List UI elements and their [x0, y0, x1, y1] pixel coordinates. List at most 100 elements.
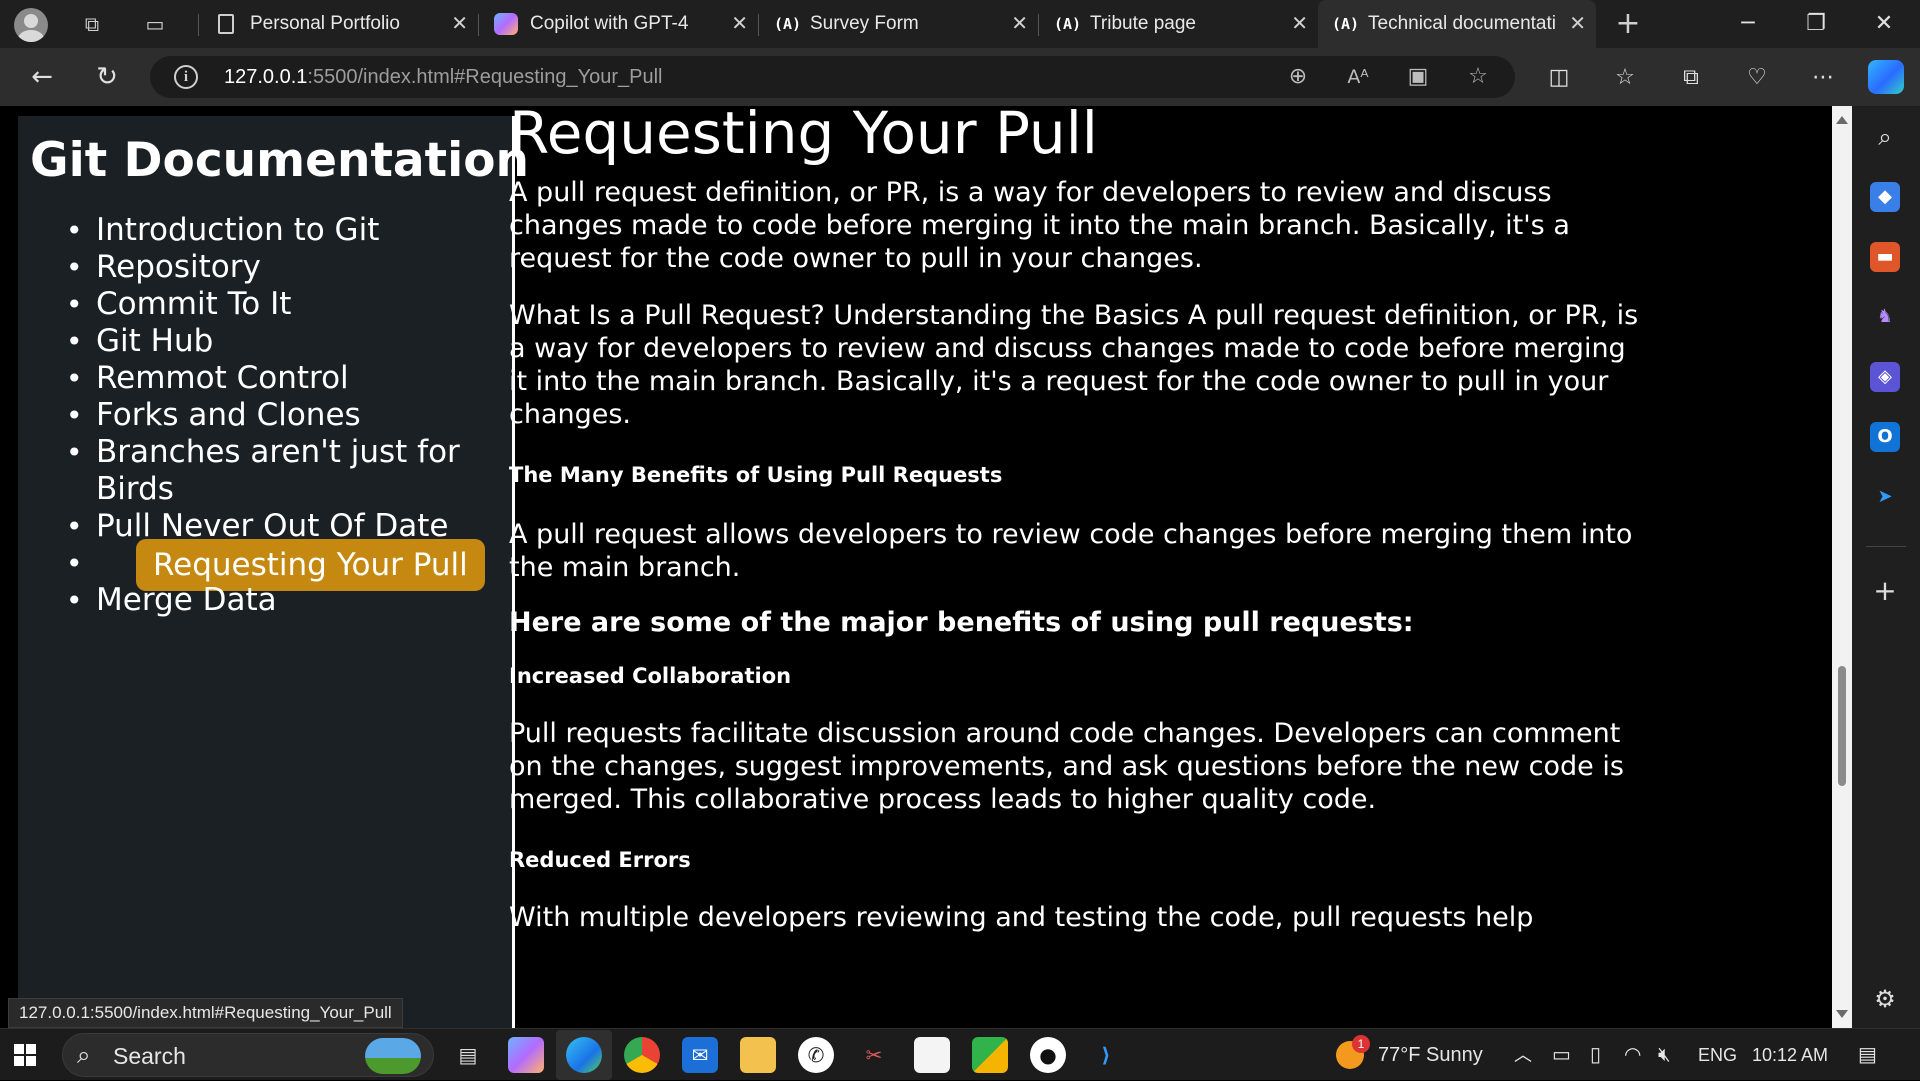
edge-icon[interactable] [566, 1037, 602, 1073]
github-icon[interactable]: ● [1030, 1037, 1066, 1073]
read-aloud-icon[interactable]: Aᴬ [1344, 64, 1372, 90]
close-tab-icon[interactable]: ✕ [731, 0, 748, 48]
file-explorer-icon[interactable] [740, 1037, 776, 1073]
nav-item: Repository [48, 249, 508, 286]
tab-title: Tribute page [1090, 13, 1196, 34]
nav-link[interactable]: Remmot Control [96, 360, 349, 396]
tab-survey-form[interactable]: (A) Survey Form ✕ [760, 0, 1038, 48]
back-arrow-icon[interactable]: ← [24, 60, 60, 94]
whatsapp-icon[interactable]: ✆ [798, 1037, 834, 1073]
close-window-icon[interactable]: ✕ [1856, 0, 1912, 48]
tab-title: Technical documentati [1368, 13, 1556, 34]
immersive-reader-icon[interactable]: ▣ [1404, 64, 1432, 90]
copilot-taskbar-icon[interactable] [508, 1037, 544, 1073]
chrome-icon[interactable] [624, 1037, 660, 1073]
tab-actions-icon[interactable]: ▭ [141, 10, 169, 38]
task-view-icon[interactable]: ▤ [450, 1037, 486, 1073]
nav-item: Introduction to Git [48, 212, 508, 249]
meet-icon[interactable] [972, 1037, 1008, 1073]
address-bar[interactable]: i 127.0.0.1:5500/index.html#Requesting_Y… [150, 56, 1515, 98]
section-requesting-your-pull: Requesting Your Pull A pull request defi… [509, 106, 1639, 934]
nav-list: Introduction to Git Repository Commit To… [48, 212, 508, 619]
games-icon[interactable]: ♞ [1870, 302, 1900, 332]
favorites-icon[interactable]: ☆ [1610, 64, 1640, 92]
volume-muted-icon[interactable]: 🔇︎ [1658, 1029, 1671, 1081]
wifi-icon[interactable]: ◠ [1624, 1029, 1641, 1081]
scroll-down-icon[interactable] [1836, 1010, 1848, 1018]
language-indicator[interactable]: ENG [1698, 1029, 1737, 1081]
tools-icon[interactable]: ▬ [1870, 242, 1900, 272]
subheading: Increased Collaboration [509, 664, 792, 688]
freecodecamp-icon: (A) [774, 15, 802, 33]
minimize-icon[interactable]: ─ [1720, 0, 1776, 48]
notifications-icon[interactable]: ▤ [1858, 1029, 1877, 1081]
nav-item-active: Requesting Your Pull [48, 539, 508, 591]
windows-start-icon[interactable] [14, 1044, 36, 1066]
notification-badge: 1 [1352, 1035, 1370, 1053]
battery-icon[interactable]: ▭ [1552, 1029, 1571, 1081]
paragraph: Pull requests facilitate discussion arou… [509, 718, 1624, 815]
edge-sidebar: ⌕ ◆ ▬ ♞ ◈ O ➤ + ⚙ [1852, 106, 1920, 1028]
favorite-star-icon[interactable]: ☆ [1464, 64, 1492, 90]
copilot-app-icon[interactable]: ◈ [1870, 362, 1900, 392]
search-icon[interactable]: ⌕ [1870, 122, 1900, 152]
close-tab-icon[interactable]: ✕ [451, 0, 468, 48]
tab-copilot[interactable]: Copilot with GPT-4 ✕ [480, 0, 758, 48]
more-menu-icon[interactable]: ⋯ [1808, 64, 1838, 92]
nav-link[interactable]: Branches aren't just for Birds [96, 434, 460, 507]
nav-item: Merge Data [48, 582, 508, 619]
nav-link[interactable]: Merge Data [96, 582, 277, 618]
close-tab-icon[interactable]: ✕ [1569, 0, 1586, 48]
add-icon[interactable]: + [1870, 576, 1900, 606]
scroll-thumb[interactable] [1838, 666, 1846, 786]
nav-link[interactable]: Forks and Clones [96, 397, 361, 433]
zoom-icon[interactable]: ⊕ [1284, 64, 1312, 90]
tab-title: Survey Form [810, 13, 919, 34]
split-screen-icon[interactable]: ◫ [1544, 64, 1574, 92]
show-hidden-icons[interactable]: ︿ [1514, 1029, 1532, 1081]
tab-tribute-page[interactable]: (A) Tribute page ✕ [1040, 0, 1318, 48]
nav-link[interactable]: Repository [96, 249, 261, 285]
nav-link[interactable]: Introduction to Git [96, 212, 379, 248]
section-heading: Requesting Your Pull [509, 106, 1098, 167]
notepad-icon[interactable] [914, 1037, 950, 1073]
clock[interactable]: 10:12 AM [1752, 1029, 1828, 1081]
weather-text[interactable]: 77°F Sunny [1378, 1029, 1483, 1081]
workspaces-icon[interactable]: ⧉ [78, 10, 106, 38]
tab-personal-portfolio[interactable]: Personal Portfolio ✕ [200, 0, 478, 48]
close-tab-icon[interactable]: ✕ [1011, 0, 1028, 48]
shopping-tag-icon[interactable]: ◆ [1870, 182, 1900, 212]
device-icon[interactable]: ▯ [1590, 1029, 1601, 1081]
address-toolbar: ← ↻ i 127.0.0.1:5500/index.html#Requesti… [0, 48, 1920, 106]
copilot-icon[interactable] [1868, 60, 1904, 94]
restore-icon[interactable]: ❐ [1788, 0, 1844, 48]
nav-link[interactable]: Commit To It [96, 286, 291, 322]
outlook-icon[interactable]: O [1870, 422, 1900, 452]
paragraph: What Is a Pull Request? Understanding th… [509, 300, 1639, 430]
browser-essentials-icon[interactable]: ♡ [1742, 64, 1772, 92]
refresh-icon[interactable]: ↻ [89, 60, 125, 94]
search-icon: ⌕ [77, 1041, 91, 1069]
snip-tool-icon[interactable]: ✂ [856, 1037, 892, 1073]
new-tab-icon[interactable]: + [1614, 9, 1642, 39]
sidebar-nav: Git Documentation Introduction to Git Re… [18, 116, 529, 1028]
tab-technical-documentation[interactable]: (A) Technical documentati ✕ [1318, 0, 1596, 48]
paragraph: A pull request definition, or PR, is a w… [509, 177, 1570, 274]
vscode-icon[interactable]: ⟩ [1088, 1037, 1124, 1073]
settings-gear-icon[interactable]: ⚙ [1870, 984, 1900, 1014]
profile-avatar[interactable] [14, 8, 48, 42]
tab-title: Copilot with GPT-4 [530, 13, 689, 34]
url-text[interactable]: 127.0.0.1:5500/index.html#Requesting_You… [224, 56, 663, 98]
taskbar-search[interactable]: ⌕ Search [62, 1033, 434, 1077]
collections-icon[interactable]: ⧉ [1676, 64, 1706, 92]
windows-taskbar: ⌕ Search ▤ ✉ ✆ ✂ ● ⟩ 1 77°F Sunny ︿ ▭ ▯ … [0, 1028, 1920, 1080]
mail-icon[interactable]: ✉ [682, 1037, 718, 1073]
site-info-icon[interactable]: i [174, 65, 198, 89]
nav-item: Git Hub [48, 323, 508, 360]
nav-link[interactable]: Git Hub [96, 323, 213, 359]
close-tab-icon[interactable]: ✕ [1291, 0, 1308, 48]
scroll-up-icon[interactable] [1836, 116, 1848, 124]
page-scrollbar[interactable] [1832, 106, 1852, 1028]
send-icon[interactable]: ➤ [1870, 482, 1900, 512]
subheading: Reduced Errors [509, 848, 691, 872]
